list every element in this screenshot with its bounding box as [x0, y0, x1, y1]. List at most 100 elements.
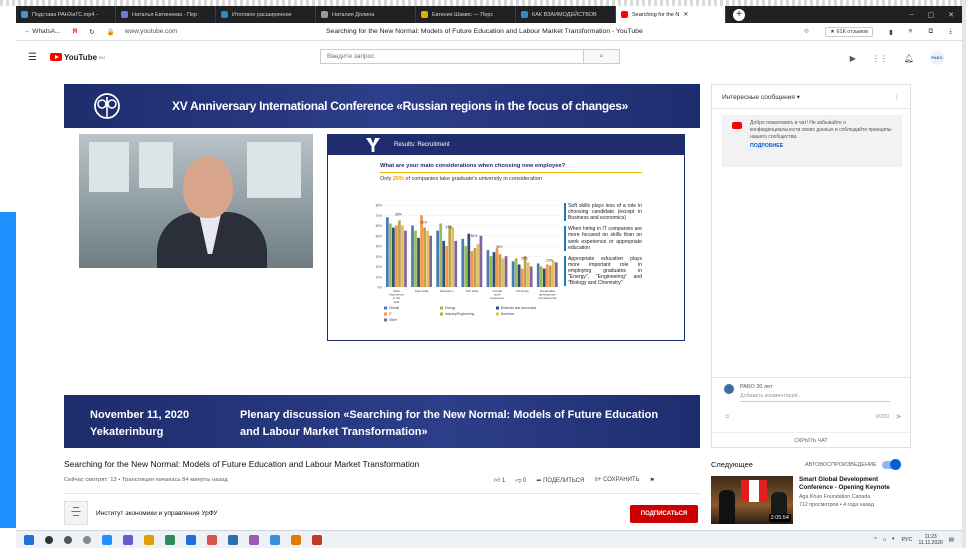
- up-next-card[interactable]: 2:05:54 Smart Global Development Confere…: [711, 476, 909, 524]
- download-icon[interactable]: ⤓: [949, 28, 952, 36]
- apps-grid-icon[interactable]: ⋮⋮: [872, 54, 888, 63]
- bar: [389, 223, 392, 287]
- volume-icon[interactable]: 🔈︎: [892, 536, 895, 543]
- recruitment-bar-chart: 0%10%20%30%40%50%60%70%80%68%Workexperie…: [376, 204, 560, 322]
- extensions-icon[interactable]: ⧉: [928, 28, 933, 36]
- browser-tab[interactable]: Searching for the N ✕: [616, 6, 726, 23]
- tab-favicon-icon: [621, 11, 628, 18]
- taskbar-app-icon[interactable]: [83, 535, 91, 544]
- notifications-icon[interactable]: ▤: [949, 537, 954, 543]
- bar: [420, 215, 423, 287]
- taskbar-app-icon[interactable]: [249, 534, 259, 545]
- notifications-bell-icon[interactable]: 🔔︎: [904, 54, 914, 63]
- autoplay-toggle[interactable]: [882, 459, 902, 470]
- bar: [454, 240, 458, 287]
- bar: [464, 246, 468, 287]
- note-education: Appropriate education plays more importa…: [564, 255, 642, 287]
- browser-tab[interactable]: Наталья Евтинеева - Пер: [116, 6, 216, 23]
- slide-header: Results: Recruitment: [394, 142, 450, 148]
- bar: [526, 262, 530, 287]
- y-tick-label: 40%: [376, 245, 383, 249]
- taskbar-app-icon[interactable]: [102, 534, 112, 545]
- like-button[interactable]: 👍︎ 1: [494, 476, 505, 484]
- bookmarks-icon[interactable]: ▮: [889, 28, 893, 36]
- taskbar-app-icon[interactable]: [312, 534, 322, 545]
- back-button[interactable]: ← WhatsA...: [24, 28, 60, 35]
- youtube-logo[interactable]: YouTube RU: [50, 53, 105, 62]
- browser-tab[interactable]: Евгения Шамис — Перс: [416, 6, 516, 23]
- bar: [436, 230, 440, 287]
- next-video-channel: Aga Khan Foundation Canada: [799, 493, 871, 500]
- close-window-icon[interactable]: ✕: [948, 11, 954, 19]
- legend-label: Bio/chem: [501, 312, 515, 316]
- hide-chat-button[interactable]: СКРЫТЬ ЧАТ: [712, 432, 910, 444]
- learn-more-link[interactable]: ПОДРОБНЕЕ: [750, 143, 896, 150]
- taskbar-app-icon[interactable]: [45, 535, 53, 544]
- dislike-button[interactable]: 👎︎ 0: [515, 476, 526, 484]
- y-tick-label: 80%: [376, 204, 383, 208]
- share-button[interactable]: ➦ ПОДЕЛИТЬСЯ: [536, 477, 584, 484]
- menu-icon[interactable]: ≡: [909, 28, 913, 35]
- bookmark-icon[interactable]: ⟐: [804, 28, 809, 36]
- report-flag-icon[interactable]: ⚑: [650, 477, 655, 484]
- taskbar-app-icon[interactable]: [165, 534, 175, 545]
- reviews-badge[interactable]: ★ 61К отзывов: [825, 26, 874, 37]
- bar: [398, 220, 401, 287]
- taskbar-app-icon[interactable]: [144, 534, 154, 545]
- keyboard-language[interactable]: РУС: [901, 537, 912, 543]
- slide-question: What are your main considerations when c…: [380, 163, 642, 173]
- channel-logo[interactable]: ▬▬ ▬▬▬ ▬▬: [64, 501, 88, 525]
- browser-tab[interactable]: Наталия Долина: [316, 6, 416, 23]
- search-input[interactable]: [321, 50, 583, 63]
- bar: [498, 254, 502, 287]
- taskbar-app-icon[interactable]: [291, 534, 301, 545]
- yandex-icon[interactable]: Я: [72, 28, 77, 35]
- next-video-title[interactable]: Smart Global Development Conference - Op…: [799, 476, 909, 492]
- video-player[interactable]: XV Anniversary International Conference …: [64, 84, 700, 448]
- create-video-icon[interactable]: ▶︎: [850, 54, 856, 63]
- chat-filter-dropdown[interactable]: Интересные сообщения ▾: [722, 93, 800, 101]
- autoplay-row: АВТОВОСПРОИЗВЕДЕНИЕ: [805, 459, 902, 470]
- taskbar-app-icon[interactable]: [270, 534, 280, 545]
- tab-label: Подстава РАНХиГС.mp4 -: [32, 11, 98, 18]
- clock[interactable]: 11:23 11.11.2020: [919, 534, 943, 546]
- send-icon[interactable]: ➤: [895, 412, 902, 421]
- minimize-icon[interactable]: –: [910, 11, 914, 19]
- avatar[interactable]: РАБО: [930, 51, 944, 65]
- subscribe-button[interactable]: ПОДПИСАТЬСЯ: [630, 505, 698, 523]
- browser-tab[interactable]: КАК ВЗАИМОДЕЙСТВОВ: [516, 6, 616, 23]
- start-icon[interactable]: [24, 534, 34, 545]
- bar: [536, 263, 540, 287]
- maximize-icon[interactable]: ▢: [928, 11, 935, 19]
- legend-swatch: [384, 318, 387, 322]
- save-button[interactable]: ≡+ СОХРАНИТЬ: [594, 477, 639, 483]
- bar: [554, 262, 558, 287]
- reload-icon[interactable]: ↻: [89, 28, 94, 36]
- taskbar-app-icon[interactable]: [186, 534, 196, 545]
- taskbar-app-icon[interactable]: [64, 535, 72, 544]
- tray-arrow-icon[interactable]: ^: [874, 537, 877, 543]
- hamburger-menu-icon[interactable]: ☰: [28, 52, 40, 63]
- taskbar-app-icon[interactable]: [207, 534, 217, 545]
- close-tab-icon[interactable]: ✕: [683, 11, 688, 18]
- chat-comment-input[interactable]: Добавить комментарий...: [740, 393, 890, 402]
- more-options-icon[interactable]: ⋮: [894, 93, 901, 101]
- video-duration: 2:05:54: [768, 514, 791, 522]
- speaker-camera-feed: [79, 134, 313, 268]
- browser-tab[interactable]: Подстава РАНХиГС.mp4 -: [16, 6, 116, 23]
- bar: [495, 248, 499, 287]
- tab-label: Searching for the N: [632, 11, 680, 18]
- emoji-icon[interactable]: ☺: [724, 414, 730, 420]
- youtube-play-icon: [50, 53, 62, 61]
- browser-tab[interactable]: Итоговое расширенное: [216, 6, 316, 23]
- presentation-slide: Results: Recruitment What are your main …: [327, 134, 685, 341]
- url-field[interactable]: www.youtube.com: [125, 28, 178, 35]
- new-tab-button[interactable]: +: [733, 8, 745, 21]
- channel-name[interactable]: Институт экономики и управления УрФУ: [96, 510, 218, 517]
- taskbar-app-icon[interactable]: [123, 534, 133, 545]
- next-video-thumbnail[interactable]: 2:05:54: [711, 476, 793, 524]
- search-button[interactable]: ⌕: [583, 50, 619, 63]
- taskbar-app-icon[interactable]: [228, 534, 238, 545]
- network-icon[interactable]: ⌂: [883, 537, 886, 543]
- bar: [501, 258, 505, 287]
